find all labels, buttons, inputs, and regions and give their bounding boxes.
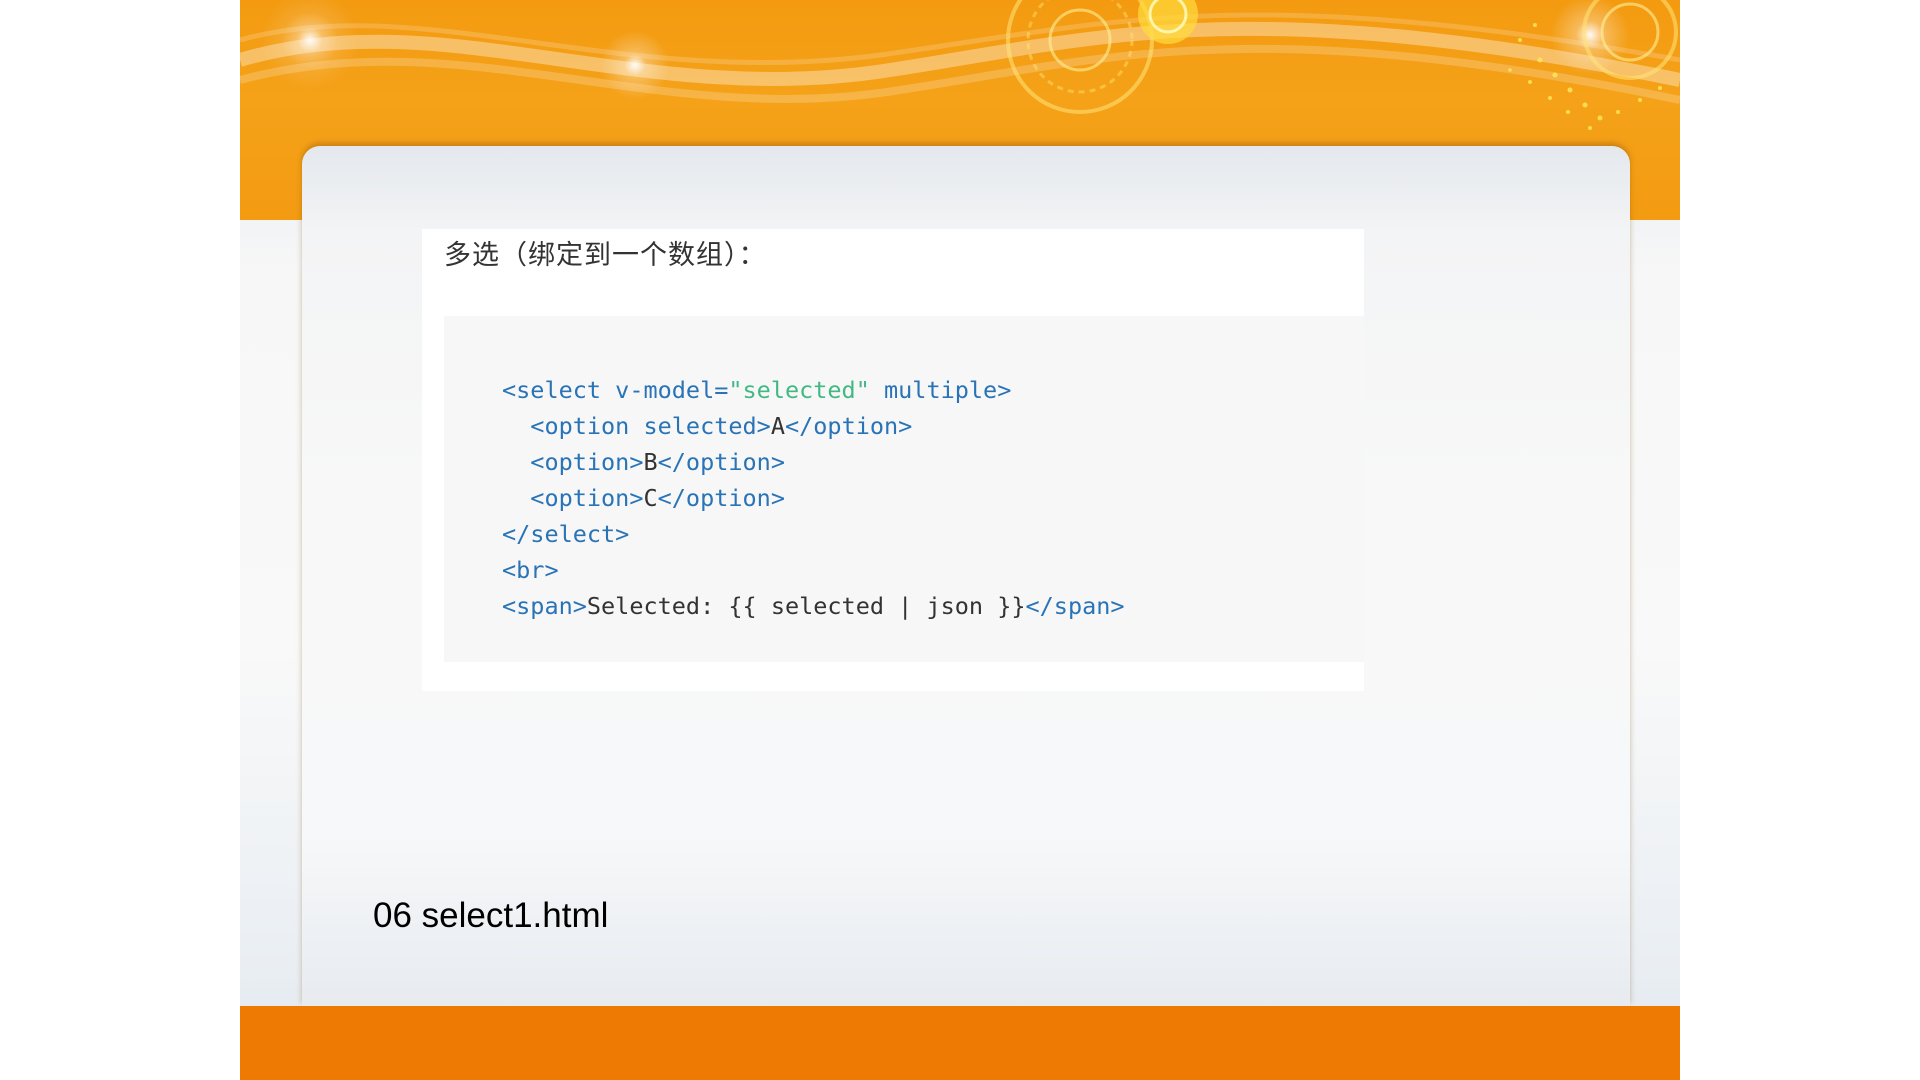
code-token: B [643,448,658,476]
section-heading: 多选（绑定到一个数组）： [444,240,767,271]
content-card: 多选（绑定到一个数组）： <select v-model="selected" … [422,229,1364,691]
code-token: </option> [657,448,785,476]
code-line: <span>Selected: {{ selected | json }}</s… [502,592,1125,620]
footer-bar [240,1006,1680,1080]
code-token: <option selected> [530,412,771,440]
code-token: <br> [502,556,559,584]
code-line: </select> [502,520,629,548]
file-name-label: 06 select1.html [373,896,609,935]
code-line: <option selected>A</option> [502,412,912,440]
code-token: </option> [784,412,913,440]
code-token: A [770,412,785,440]
code-line: <br> [502,556,559,584]
code-line: <select v-model="selected" multiple> [502,376,1011,404]
code-token: <option> [530,484,644,512]
code-token: <option> [530,448,644,476]
code-line: <option>B</option> [502,448,785,476]
code-block: <select v-model="selected" multiple> <op… [444,316,1364,662]
code-token: </select> [502,520,630,548]
code-token: multiple> [869,376,1012,404]
code-listing: <select v-model="selected" multiple> <op… [502,372,1125,624]
slide: 多选（绑定到一个数组）： <select v-model="selected" … [240,0,1680,1080]
code-token: <select v-model= [502,376,729,404]
code-token: Selected: {{ selected | json }} [586,592,1026,620]
code-token: <span> [502,592,587,620]
code-token: "selected" [728,376,870,404]
code-token: C [643,484,658,512]
code-token: </span> [1025,592,1125,620]
code-token: </option> [657,484,785,512]
code-line: <option>C</option> [502,484,785,512]
